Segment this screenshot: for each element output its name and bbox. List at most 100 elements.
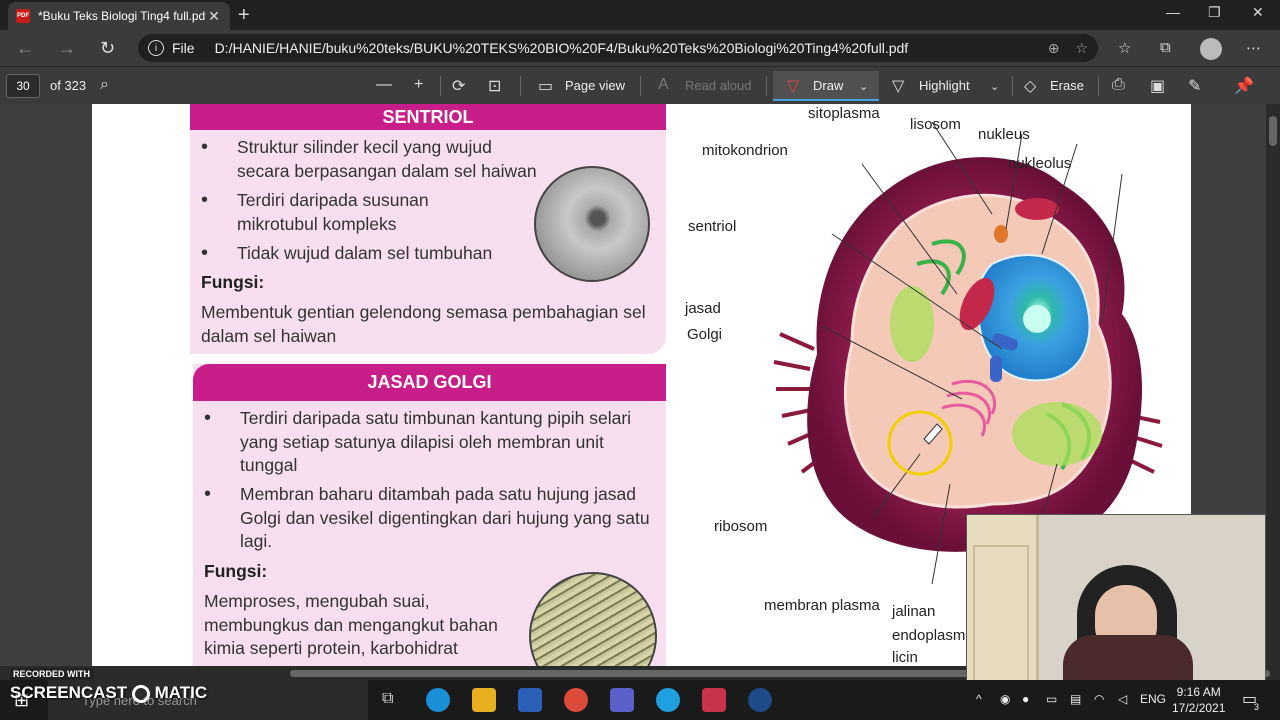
read-aloud-icon: A — [658, 76, 669, 93]
nucleolus — [1023, 305, 1051, 333]
sentriol-fungsi-text: Membentuk gentian gelendong semasa pemba… — [201, 302, 646, 346]
tray-volume-icon[interactable]: ◁ — [1118, 692, 1127, 706]
sentriol-bullet: Tidak wujud dalam sel tumbuhan — [201, 242, 537, 266]
webcam-overlay — [966, 514, 1266, 684]
highlight-icon[interactable]: ▽ — [892, 76, 904, 96]
label-jalinan: jalinan — [892, 603, 936, 620]
zoom-out-icon[interactable]: — — [376, 76, 392, 94]
tray-chevron-up-icon[interactable]: ^ — [976, 692, 982, 706]
draw-pen-icon[interactable]: ▽ — [787, 76, 799, 96]
label-ribosom: ribosom — [714, 518, 768, 535]
pdf-icon: PDF — [16, 9, 30, 23]
info-icon[interactable]: i — [148, 40, 164, 56]
label-licin: licin — [892, 649, 918, 666]
pin-toolbar-icon[interactable]: 📌 — [1234, 76, 1254, 96]
clock-time: 9:16 AM — [1176, 685, 1221, 699]
label-nukleus: nukleus — [978, 126, 1030, 143]
file-explorer-icon[interactable] — [472, 688, 496, 712]
chrome-icon[interactable] — [564, 688, 588, 712]
draw-label[interactable]: Draw — [813, 78, 843, 93]
clock-date: 17/2/2021 — [1172, 701, 1226, 715]
tray-webcam-icon[interactable]: ◉ — [1000, 692, 1010, 706]
teams-icon[interactable] — [610, 688, 634, 712]
sentriol-bullet: Terdiri daripada susunan mikrotubul komp… — [201, 189, 487, 236]
task-view-icon[interactable]: ⧉ — [382, 690, 393, 708]
fit-page-icon[interactable]: ⊡ — [488, 76, 501, 96]
address-bar-row: ← → ↻ i File D:/HANIE/HANIE/buku%20teks/… — [0, 30, 1280, 66]
url-field[interactable]: i File D:/HANIE/HANIE/buku%20teks/BUKU%2… — [138, 34, 1098, 62]
label-sentriol: sentriol — [688, 218, 737, 235]
tray-wifi-icon[interactable]: ◠ — [1094, 692, 1104, 706]
telegram-icon[interactable] — [656, 688, 680, 712]
highlight-label[interactable]: Highlight — [919, 78, 970, 93]
golgi-fungsi-text: Memproses, mengubah suai, membungkus dan… — [204, 591, 498, 658]
page-count: of 323 — [50, 78, 87, 93]
save-as-icon[interactable]: ✎ — [1188, 76, 1201, 96]
print-icon[interactable]: ⎙ — [1112, 76, 1125, 94]
watermark-brand: SCREENCAST — [10, 683, 128, 702]
notification-count: 3 — [1254, 702, 1260, 712]
close-tab-icon[interactable]: ✕ — [206, 8, 222, 25]
tab-strip: PDF *Buku Teks Biologi Ting4 full.pdf ✕ … — [0, 0, 1280, 30]
vertical-scrollbar[interactable] — [1266, 104, 1280, 666]
label-nukleolus: nukleolus — [1008, 155, 1072, 172]
read-aloud-button: Read aloud — [685, 78, 752, 93]
draw-chevron-down-icon[interactable]: ⌄ — [859, 80, 868, 93]
watermark-logo-icon — [131, 684, 150, 703]
eraser-icon[interactable]: ◇ — [1024, 76, 1036, 96]
more-menu-icon[interactable]: ⋯ — [1246, 39, 1261, 57]
file-label: File — [172, 40, 195, 56]
label-lisosom: lisosom — [910, 116, 961, 133]
label-sitoplasma: sitoplasma — [808, 105, 880, 122]
zoom-in-icon[interactable]: + — [414, 76, 423, 94]
label-golgi: Golgi — [687, 326, 723, 343]
tray-mic-icon[interactable]: ● — [1022, 692, 1029, 706]
tray-battery-icon[interactable]: ▭ — [1046, 692, 1057, 706]
favorite-add-icon[interactable]: ☆ — [1075, 40, 1088, 57]
tray-network-icon[interactable]: ▤ — [1070, 692, 1081, 706]
zoom-icon[interactable]: ⊕ — [1048, 40, 1060, 57]
page-view-icon[interactable]: ▭ — [538, 76, 553, 96]
sentriol-fungsi-label: Fungsi: — [201, 272, 265, 292]
erase-label[interactable]: Erase — [1050, 78, 1084, 93]
profile-avatar[interactable] — [1200, 38, 1222, 60]
edge-icon[interactable] — [426, 688, 450, 712]
app-icon[interactable] — [702, 688, 726, 712]
centriole — [990, 356, 1002, 382]
label-membran-plasma: membran plasma — [764, 597, 880, 614]
screencast-watermark: RECORDED WITH SCREENCAST MATIC — [10, 664, 207, 703]
vertical-scroll-thumb[interactable] — [1269, 116, 1277, 146]
new-tab-icon[interactable]: + — [238, 4, 250, 27]
label-jasad: jasad — [685, 300, 721, 317]
system-clock[interactable]: 9:16 AM 17/2/2021 — [1172, 684, 1225, 716]
maximize-icon[interactable]: ❐ — [1208, 4, 1221, 21]
url-text[interactable]: D:/HANIE/HANIE/buku%20teks/BUKU%20TEKS%2… — [215, 40, 1032, 56]
minimize-icon[interactable]: — — [1166, 4, 1180, 20]
golgi-fungsi-label: Fungsi: — [204, 561, 268, 581]
back-icon[interactable]: ← — [16, 38, 34, 59]
search-icon[interactable]: ⌕ — [100, 76, 109, 94]
tab-active-pdf[interactable]: PDF *Buku Teks Biologi Ting4 full.pdf ✕ — [8, 2, 230, 30]
page-number-input[interactable]: 30 — [6, 74, 40, 98]
label-endoplasma: endoplasma — [892, 627, 974, 644]
tab-title: *Buku Teks Biologi Ting4 full.pdf — [38, 9, 206, 23]
golgi-heading: JASAD GOLGI — [193, 364, 666, 401]
tray-language[interactable]: ENG — [1140, 692, 1166, 706]
highlight-chevron-down-icon[interactable]: ⌄ — [990, 80, 999, 93]
close-window-icon[interactable]: ✕ — [1252, 4, 1264, 21]
pdf-toolbar: 30 of 323 ⌕ — + ⟳ ⊡ ▭ Page view A Read a… — [0, 66, 1280, 104]
page-view-button[interactable]: Page view — [565, 78, 625, 93]
collections-icon[interactable]: ⧉ — [1160, 39, 1171, 56]
watermark-brand-2: MATIC — [154, 683, 208, 702]
favorites-icon[interactable]: ☆ — [1118, 39, 1131, 57]
label-mitokondrion: mitokondrion — [702, 142, 788, 159]
refresh-icon[interactable]: ↻ — [100, 38, 115, 59]
golgi-bullet: Terdiri daripada satu timbunan kantung p… — [204, 407, 650, 478]
watermark-recorded-with: RECORDED WITH — [10, 668, 93, 680]
sentriol-bullet: Struktur silinder kecil yang wujud secar… — [201, 136, 547, 183]
screencast-icon[interactable] — [748, 688, 772, 712]
word-icon[interactable] — [518, 688, 542, 712]
forward-icon[interactable]: → — [58, 38, 76, 59]
rotate-icon[interactable]: ⟳ — [452, 76, 465, 96]
save-icon[interactable]: ▣ — [1150, 76, 1165, 96]
